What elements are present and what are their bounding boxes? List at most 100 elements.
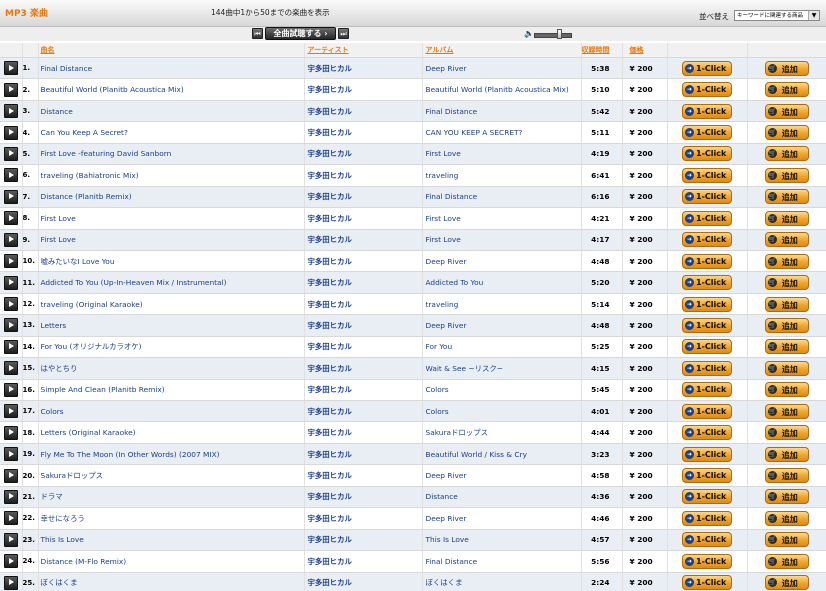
album-link[interactable]: Colors <box>426 385 449 394</box>
play-icon[interactable] <box>3 146 18 161</box>
album-link[interactable]: traveling <box>426 171 459 180</box>
oneclick-buy-button[interactable]: ➜ 1-Click <box>682 468 732 484</box>
album-link[interactable]: ぼくはくま <box>426 578 463 587</box>
album-link[interactable]: Deep River <box>426 64 467 73</box>
track-title-link[interactable]: traveling (Original Karaoke) <box>41 300 143 309</box>
play-icon[interactable] <box>3 511 18 526</box>
track-title-link[interactable]: Distance (M-Flo Remix) <box>41 557 127 566</box>
sort-by-price-link[interactable]: 価格 <box>630 46 644 54</box>
play-icon[interactable] <box>3 468 18 483</box>
album-link[interactable]: Addicted To You <box>426 278 484 287</box>
album-link[interactable]: For You <box>426 342 453 351</box>
oneclick-buy-button[interactable]: ➜ 1-Click <box>682 275 732 291</box>
oneclick-buy-button[interactable]: ➜ 1-Click <box>682 382 732 398</box>
track-title-link[interactable]: First Love <box>41 214 76 223</box>
sort-select[interactable]: キーワードに関連する商品 ▼ <box>734 10 820 21</box>
track-title-link[interactable]: Sakuraドロップス <box>41 471 103 480</box>
track-title-link[interactable]: Distance (Planitb Remix) <box>41 192 132 201</box>
oneclick-buy-button[interactable]: ➜ 1-Click <box>682 125 732 141</box>
play-all-button[interactable]: 全曲試聴する › <box>265 27 336 40</box>
album-link[interactable]: Colors <box>426 407 449 416</box>
artist-link[interactable]: 宇多田ヒカル <box>308 514 352 523</box>
play-icon[interactable] <box>3 425 18 440</box>
album-link[interactable]: Final Distance <box>426 557 478 566</box>
album-link[interactable]: First Love <box>426 235 461 244</box>
prev-button[interactable]: ⏮ <box>252 28 263 39</box>
add-to-cart-button[interactable]: 🛒 追加 <box>764 382 809 398</box>
artist-link[interactable]: 宇多田ヒカル <box>308 257 352 266</box>
artist-link[interactable]: 宇多田ヒカル <box>308 471 352 480</box>
oneclick-buy-button[interactable]: ➜ 1-Click <box>682 189 732 205</box>
artist-link[interactable]: 宇多田ヒカル <box>308 407 352 416</box>
track-title-link[interactable]: Addicted To You (Up-In-Heaven Mix / Inst… <box>41 278 227 287</box>
play-icon[interactable] <box>3 447 18 462</box>
album-link[interactable]: Deep River <box>426 321 467 330</box>
oneclick-buy-button[interactable]: ➜ 1-Click <box>682 103 732 119</box>
artist-link[interactable]: 宇多田ヒカル <box>308 385 352 394</box>
play-icon[interactable] <box>3 554 18 569</box>
album-link[interactable]: traveling <box>426 300 459 309</box>
track-title-link[interactable]: traveling (Bahiatronic Mix) <box>41 171 139 180</box>
column-header-album[interactable]: アルバム <box>422 43 582 58</box>
artist-link[interactable]: 宇多田ヒカル <box>308 235 352 244</box>
album-link[interactable]: Final Distance <box>426 192 478 201</box>
album-link[interactable]: Deep River <box>426 471 467 480</box>
sort-by-title-link[interactable]: 曲名 <box>41 46 55 54</box>
column-header-price[interactable]: 価格 <box>622 43 668 58</box>
add-to-cart-button[interactable]: 🛒 追加 <box>764 296 809 312</box>
album-link[interactable]: First Love <box>426 214 461 223</box>
play-icon[interactable] <box>3 232 18 247</box>
oneclick-buy-button[interactable]: ➜ 1-Click <box>682 425 732 441</box>
sort-by-artist-link[interactable]: アーティスト <box>308 46 349 54</box>
play-icon[interactable] <box>3 82 18 97</box>
play-icon[interactable] <box>3 489 18 504</box>
play-icon[interactable] <box>3 211 18 226</box>
track-title-link[interactable]: First Love <box>41 235 76 244</box>
track-title-link[interactable]: For You (オリジナルカラオケ) <box>41 342 142 351</box>
play-icon[interactable] <box>3 254 18 269</box>
album-link[interactable]: First Love <box>426 149 461 158</box>
play-icon[interactable] <box>3 382 18 397</box>
play-icon[interactable] <box>3 575 18 590</box>
oneclick-buy-button[interactable]: ➜ 1-Click <box>682 575 732 591</box>
artist-link[interactable]: 宇多田ヒカル <box>308 535 352 544</box>
track-title-link[interactable]: 幸せになろう <box>41 514 85 523</box>
album-link[interactable]: Final Distance <box>426 107 478 116</box>
artist-link[interactable]: 宇多田ヒカル <box>308 342 352 351</box>
play-icon[interactable] <box>3 104 18 119</box>
album-link[interactable]: Sakuraドロップス <box>426 428 488 437</box>
oneclick-buy-button[interactable]: ➜ 1-Click <box>682 60 732 76</box>
track-title-link[interactable]: 嘘みたいなI Love You <box>41 257 115 266</box>
track-title-link[interactable]: Final Distance <box>41 64 93 73</box>
artist-link[interactable]: 宇多田ヒカル <box>308 128 352 137</box>
play-icon[interactable] <box>3 168 18 183</box>
oneclick-buy-button[interactable]: ➜ 1-Click <box>682 167 732 183</box>
play-icon[interactable] <box>3 532 18 547</box>
add-to-cart-button[interactable]: 🛒 追加 <box>764 275 809 291</box>
oneclick-buy-button[interactable]: ➜ 1-Click <box>682 317 732 333</box>
album-link[interactable]: Deep River <box>426 257 467 266</box>
track-title-link[interactable]: ドラマ <box>41 492 63 501</box>
add-to-cart-button[interactable]: 🛒 追加 <box>764 575 809 591</box>
sort-by-time-link[interactable]: 収録時間 <box>582 46 610 54</box>
track-title-link[interactable]: Fly Me To The Moon (In Other Words) (200… <box>41 450 220 459</box>
artist-link[interactable]: 宇多田ヒカル <box>308 428 352 437</box>
column-header-artist[interactable]: アーティスト <box>304 43 423 58</box>
artist-link[interactable]: 宇多田ヒカル <box>308 192 352 201</box>
add-to-cart-button[interactable]: 🛒 追加 <box>764 360 809 376</box>
add-to-cart-button[interactable]: 🛒 追加 <box>764 253 809 269</box>
add-to-cart-button[interactable]: 🛒 追加 <box>764 103 809 119</box>
play-icon[interactable] <box>3 61 18 76</box>
add-to-cart-button[interactable]: 🛒 追加 <box>764 210 809 226</box>
oneclick-buy-button[interactable]: ➜ 1-Click <box>682 232 732 248</box>
oneclick-buy-button[interactable]: ➜ 1-Click <box>682 489 732 505</box>
track-title-link[interactable]: Colors <box>41 407 64 416</box>
add-to-cart-button[interactable]: 🛒 追加 <box>764 510 809 526</box>
album-link[interactable]: Beautiful World / Kiss & Cry <box>426 450 527 459</box>
add-to-cart-button[interactable]: 🛒 追加 <box>764 167 809 183</box>
artist-link[interactable]: 宇多田ヒカル <box>308 107 352 116</box>
album-link[interactable]: Wait & See ~リスク~ <box>426 364 503 373</box>
oneclick-buy-button[interactable]: ➜ 1-Click <box>682 146 732 162</box>
next-button[interactable]: ⏭ <box>338 28 349 39</box>
track-title-link[interactable]: Letters <box>41 321 67 330</box>
